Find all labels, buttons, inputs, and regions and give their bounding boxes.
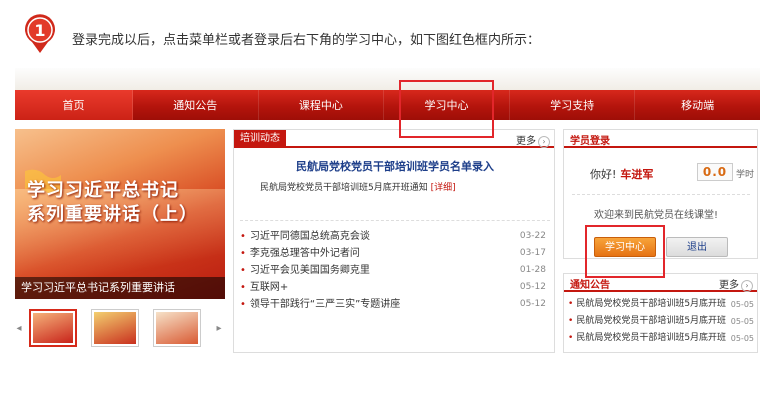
step-number-badge: 1 (22, 14, 58, 54)
login-title: 学员登录 (570, 136, 610, 147)
divider (572, 194, 750, 195)
news-header: 培训动态 更多 › (234, 130, 554, 148)
news-tab[interactable]: 培训动态 (234, 130, 286, 148)
training-news-panel: 培训动态 更多 › 民航局党校党员干部培训班学员名单录入 民航局党校党员干部培训班… (233, 129, 555, 353)
news-list: • 习近平同德国总统高克会谈 03-22 • 李克强总理答中外记者问 03-17 • 习近… (240, 228, 550, 313)
nav-study-support[interactable]: 学习支持 (510, 90, 636, 120)
thumb-next-arrow[interactable]: ▸ (215, 313, 223, 343)
notice-more-link[interactable]: 更多 › (719, 276, 753, 292)
list-item[interactable]: • 互联网+ 05-12 (240, 279, 550, 296)
nav-study-center[interactable]: 学习中心 (384, 90, 510, 120)
greeting: 你好! 车进军 (590, 168, 654, 181)
thumbnail[interactable] (153, 309, 201, 347)
list-item[interactable]: • 民航局党校党员干部培训班5月底开班 05-05 (568, 296, 756, 313)
list-item[interactable]: • 李克强总理答中外记者问 03-17 (240, 245, 550, 262)
nav-courses[interactable]: 课程中心 (259, 90, 385, 120)
news-summary: 民航局党校党员干部培训班5月底开班通知 [详细] (260, 183, 456, 193)
notice-header: 通知公告 更多 › (564, 274, 757, 292)
notice-title: 通知公告 (570, 280, 610, 291)
banner-title: 学习习近平总书记 系列重要讲话（上） (27, 180, 198, 225)
list-item[interactable]: • 民航局党校党员干部培训班5月底开班 05-05 (568, 313, 756, 330)
step-instruction: 登录完成以后，点击菜单栏或者登录后右下角的学习中心，如下图红色框内所示： (72, 33, 541, 48)
featured-banner[interactable]: 学习习近平总书记 系列重要讲话（上） 学习习近平总书记系列重要讲话 (15, 129, 225, 299)
notice-list: • 民航局党校党员干部培训班5月底开班 05-05 • 民航局党校党员干部培训班5月底… (568, 296, 756, 347)
step-badge-icon: 1 (25, 14, 55, 54)
list-item[interactable]: • 民航局党校党员干部培训班5月底开班 05-05 (568, 330, 756, 347)
study-hours-unit: 学时 (736, 170, 755, 180)
step-number: 1 (34, 21, 45, 40)
banner-caption: 学习习近平总书记系列重要讲话 (15, 277, 225, 299)
main-nav: 首页 通知公告 课程中心 学习中心 学习支持 移动端 (15, 90, 760, 120)
divider (240, 220, 550, 221)
username: 车进军 (620, 168, 654, 181)
exit-button[interactable]: 退出 (666, 237, 728, 257)
thumbnail[interactable] (91, 309, 139, 347)
nav-home[interactable]: 首页 (15, 90, 133, 120)
news-headline[interactable]: 民航局党校党员干部培训班学员名单录入 (234, 158, 556, 174)
list-item[interactable]: • 习近平同德国总统高克会谈 03-22 (240, 228, 550, 245)
welcome-message: 欢迎来到民航党员在线课堂! (594, 210, 719, 221)
list-item[interactable]: • 习近平会见美国国务卿克里 01-28 (240, 262, 550, 279)
nav-notices[interactable]: 通知公告 (133, 90, 259, 120)
thumb-prev-arrow[interactable]: ◂ (15, 313, 23, 343)
nav-mobile[interactable]: 移动端 (635, 90, 760, 120)
thumbnail[interactable] (29, 309, 77, 347)
header-decoration (15, 68, 760, 90)
study-hours-value: 0.0 (697, 163, 733, 181)
chevron-right-icon: › (741, 280, 753, 292)
tutorial-page: 1 登录完成以后，点击菜单栏或者登录后右下角的学习中心，如下图红色框内所示： 首… (0, 0, 775, 413)
list-item[interactable]: • 领导干部践行“三严三实”专题讲座 05-12 (240, 296, 550, 313)
student-login-panel: 学员登录 你好! 车进军 0.0 学时 欢迎来到民航党员在线课堂! 学习中心 退出 (563, 129, 758, 259)
banner-thumbnails: ◂ ▸ (15, 305, 225, 351)
notice-panel: 通知公告 更多 › • 民航局党校党员干部培训班5月底开班 05-05 • 民航局党校党… (563, 273, 758, 353)
news-more-link[interactable]: 更多 › (516, 132, 550, 148)
chevron-right-icon: › (538, 136, 550, 148)
login-header: 学员登录 (564, 130, 757, 148)
study-center-button[interactable]: 学习中心 (594, 237, 656, 257)
news-detail-link[interactable]: [详细] (431, 183, 456, 193)
